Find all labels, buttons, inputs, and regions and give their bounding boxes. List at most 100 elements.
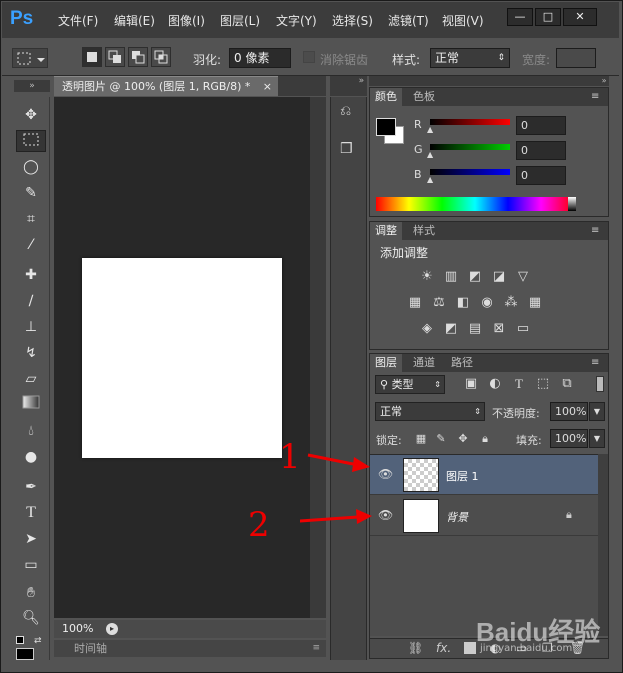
channel-mixer-icon[interactable]: ⁂ bbox=[502, 295, 520, 311]
document-tab[interactable]: 透明图片 @ 100% (图层 1, RGB/8) * × bbox=[54, 76, 278, 96]
invert-icon[interactable]: ◈ bbox=[418, 321, 436, 337]
vibrance-icon[interactable]: ▽ bbox=[514, 269, 532, 285]
lock-transparent-icon[interactable]: ▦ bbox=[412, 431, 430, 447]
levels-icon[interactable]: ▥ bbox=[442, 269, 460, 285]
threshold-icon[interactable]: ▤ bbox=[466, 321, 484, 337]
subtract-selection-button[interactable] bbox=[128, 47, 148, 67]
path-selection-tool[interactable]: ➤ bbox=[16, 528, 46, 550]
gradient-map-icon[interactable]: ▭ bbox=[514, 321, 532, 337]
black-white-icon[interactable]: ◧ bbox=[454, 295, 472, 311]
green-slider[interactable] bbox=[430, 144, 510, 150]
new-selection-button[interactable] bbox=[82, 47, 102, 67]
filter-type-icon[interactable]: T bbox=[510, 376, 528, 392]
eraser-tool[interactable]: ▱ bbox=[16, 368, 46, 390]
tab-swatches[interactable]: 色板 bbox=[408, 88, 440, 106]
tool-preset-picker[interactable] bbox=[12, 48, 48, 68]
style-select[interactable]: 正常 ⇕ bbox=[430, 48, 510, 68]
tab-channels[interactable]: 通道 bbox=[408, 354, 440, 372]
close-tab-icon[interactable]: × bbox=[263, 77, 272, 97]
minimize-button[interactable]: — bbox=[507, 8, 533, 26]
slider-thumb-icon[interactable]: ▲ bbox=[427, 125, 433, 134]
photo-filter-icon[interactable]: ◉ bbox=[478, 295, 496, 311]
filter-smart-object-icon[interactable]: ⧉ bbox=[558, 376, 576, 392]
clone-stamp-tool[interactable]: ⊥ bbox=[16, 316, 46, 338]
foreground-color-swatch[interactable] bbox=[16, 648, 34, 660]
layer-name[interactable]: 图层 1 bbox=[446, 468, 479, 484]
vertical-scrollbar[interactable] bbox=[310, 97, 326, 618]
panel-dock-header[interactable]: » bbox=[369, 76, 609, 86]
dodge-tool[interactable]: ● bbox=[16, 446, 46, 468]
posterize-icon[interactable]: ◩ bbox=[442, 321, 460, 337]
3d-cube-icon[interactable]: ❒ bbox=[340, 141, 360, 159]
type-tool[interactable]: T bbox=[16, 502, 46, 524]
red-slider[interactable] bbox=[430, 119, 510, 125]
fill-dropdown-icon[interactable]: ▼ bbox=[589, 429, 605, 448]
color-balance-icon[interactable]: ⚖ bbox=[430, 295, 448, 311]
menu-file[interactable]: 文件(F) bbox=[58, 12, 98, 30]
menu-image[interactable]: 图像(I) bbox=[168, 12, 205, 30]
foreground-color-swatch[interactable] bbox=[376, 118, 396, 136]
color-spectrum-bar[interactable] bbox=[376, 197, 574, 211]
history-icon[interactable]: ⎌ bbox=[340, 103, 360, 121]
panel-menu-icon[interactable]: ≡ bbox=[591, 90, 605, 104]
filter-adjustment-icon[interactable]: ◐ bbox=[486, 376, 504, 392]
filter-toggle[interactable] bbox=[596, 376, 604, 392]
layers-scrollbar[interactable] bbox=[598, 454, 608, 636]
panel-menu-icon[interactable]: ≡ bbox=[591, 356, 605, 370]
antialias-checkbox[interactable] bbox=[303, 51, 315, 63]
eyedropper-tool[interactable]: ⁄ bbox=[16, 234, 46, 256]
pen-tool[interactable]: ✒︎ bbox=[16, 476, 46, 498]
color-swatches[interactable]: ⇄ bbox=[16, 636, 44, 660]
visibility-eye-icon[interactable]: 👁︎ bbox=[378, 508, 394, 522]
slider-thumb-icon[interactable]: ▲ bbox=[427, 150, 433, 159]
blue-value-input[interactable]: 0 bbox=[516, 166, 566, 185]
fill-input[interactable]: 100% bbox=[550, 429, 588, 448]
status-info-icon[interactable]: ▸ bbox=[106, 623, 118, 635]
panel-menu-icon[interactable]: ≡ bbox=[312, 640, 320, 657]
curves-icon[interactable]: ◩ bbox=[466, 269, 484, 285]
tab-adjustments[interactable]: 调整 bbox=[370, 222, 402, 240]
hand-tool[interactable]: ✋︎ bbox=[16, 582, 46, 604]
color-lookup-icon[interactable]: ▦ bbox=[526, 295, 544, 311]
marquee-tool[interactable] bbox=[16, 130, 46, 152]
blue-slider[interactable] bbox=[430, 169, 510, 175]
green-value-input[interactable]: 0 bbox=[516, 141, 566, 160]
healing-brush-tool[interactable]: ✚ bbox=[16, 264, 46, 286]
history-brush-tool[interactable]: ↯ bbox=[16, 342, 46, 364]
crop-tool[interactable]: ⌗ bbox=[16, 208, 46, 230]
layer-row-background[interactable]: 👁︎ 背景 🔒︎ bbox=[370, 496, 608, 536]
blur-tool[interactable]: 💧︎ bbox=[16, 420, 46, 442]
panel-menu-icon[interactable]: ≡ bbox=[591, 224, 605, 238]
lock-image-icon[interactable]: ✎ bbox=[432, 431, 450, 447]
exposure-icon[interactable]: ◪ bbox=[490, 269, 508, 285]
move-tool[interactable]: ✥ bbox=[16, 104, 46, 126]
menu-edit[interactable]: 编辑(E) bbox=[114, 12, 155, 30]
add-selection-button[interactable] bbox=[105, 47, 125, 67]
add-mask-icon[interactable] bbox=[464, 642, 476, 654]
opacity-dropdown-icon[interactable]: ▼ bbox=[589, 402, 605, 421]
lasso-tool[interactable]: ◯ bbox=[16, 156, 46, 178]
menu-filter[interactable]: 滤镜(T) bbox=[388, 12, 429, 30]
width-input[interactable] bbox=[556, 48, 596, 68]
tab-paths[interactable]: 路径 bbox=[446, 354, 478, 372]
default-colors-icon[interactable] bbox=[16, 636, 24, 644]
brush-tool[interactable]: ∕ bbox=[16, 290, 46, 312]
tab-color[interactable]: 颜色 bbox=[370, 88, 402, 106]
visibility-eye-icon[interactable]: 👁︎ bbox=[378, 467, 394, 481]
layer-row-layer1[interactable]: 👁︎ 图层 1 bbox=[370, 455, 608, 495]
link-layers-icon[interactable]: ⛓ bbox=[408, 641, 423, 655]
rectangle-tool[interactable]: ▭ bbox=[16, 554, 46, 576]
layer-style-button[interactable]: fx. bbox=[436, 641, 451, 655]
lock-all-icon[interactable]: 🔒︎ bbox=[476, 431, 494, 447]
red-value-input[interactable]: 0 bbox=[516, 116, 566, 135]
brightness-contrast-icon[interactable]: ☀ bbox=[418, 269, 436, 285]
opacity-input[interactable]: 100% bbox=[550, 402, 588, 421]
zoom-tool[interactable]: 🔍︎ bbox=[16, 607, 46, 629]
dock-header[interactable]: » bbox=[330, 76, 367, 96]
menu-view[interactable]: 视图(V) bbox=[442, 12, 484, 30]
timeline-panel-tab[interactable]: 时间轴 ≡ bbox=[54, 640, 326, 657]
menu-type[interactable]: 文字(Y) bbox=[276, 12, 317, 30]
zoom-level[interactable]: 100% bbox=[62, 620, 93, 638]
intersect-selection-button[interactable] bbox=[151, 47, 171, 67]
black-white-ramp[interactable] bbox=[568, 197, 576, 211]
